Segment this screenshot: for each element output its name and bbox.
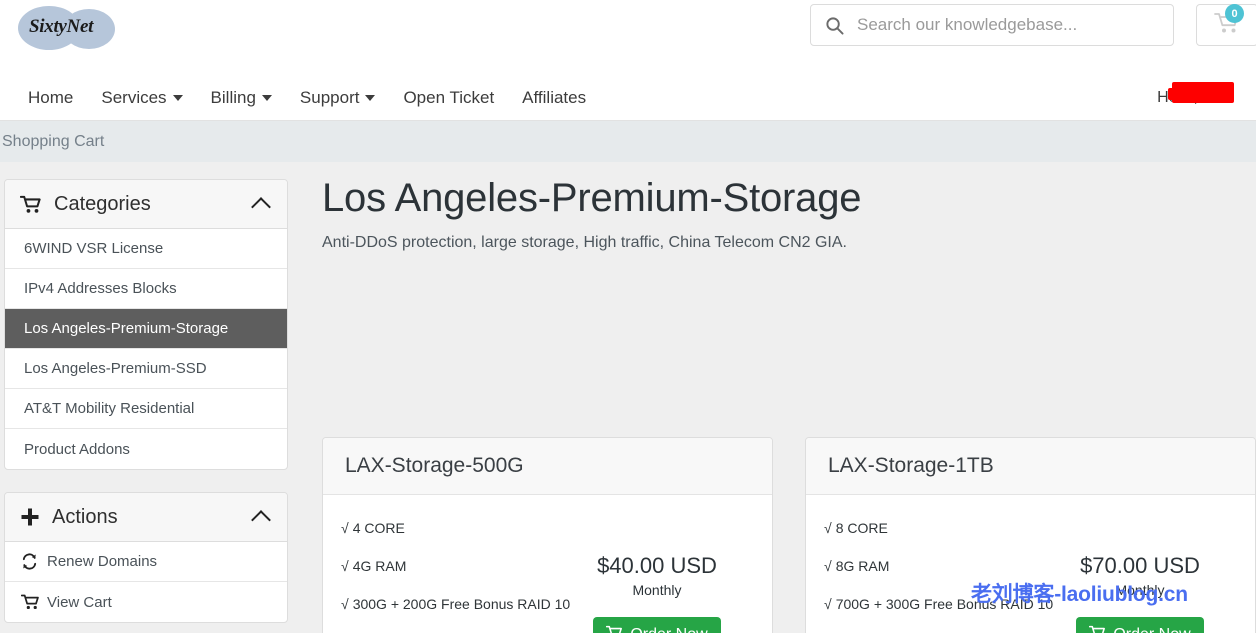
- sidebar-action-label: View Cart: [47, 594, 112, 611]
- nav-item-support[interactable]: Support: [286, 88, 390, 108]
- redacted-username-overlay: [1172, 82, 1234, 103]
- nav-item-label: Open Ticket: [403, 88, 494, 108]
- product-feature-label: 4G RAM: [353, 558, 407, 574]
- product-feature-label: 8G RAM: [836, 558, 890, 574]
- shopping-cart-icon: [606, 625, 623, 633]
- order-now-button[interactable]: Order Now: [1076, 617, 1204, 633]
- sidebar-item-label: IPv4 Addresses Blocks: [24, 280, 177, 297]
- plus-icon: [20, 507, 40, 527]
- sidebar-item-product-addons[interactable]: Product Addons: [5, 429, 287, 469]
- order-now-label: Order Now: [630, 626, 707, 633]
- nav-item-label: Support: [300, 88, 360, 108]
- nav-item-home[interactable]: Home: [14, 88, 87, 108]
- product-name: LAX-Storage-1TB: [828, 454, 994, 478]
- sidebar-action-renew-domains[interactable]: Renew Domains: [5, 542, 287, 582]
- chevron-up-icon[interactable]: [251, 510, 271, 530]
- shopping-cart-icon: [21, 594, 47, 610]
- check-icon: √: [341, 520, 349, 536]
- nav-item-services[interactable]: Services: [87, 88, 196, 108]
- page-title: Los Angeles-Premium-Storage: [322, 170, 1256, 226]
- nav-item-affiliates[interactable]: Affiliates: [508, 88, 600, 108]
- shopping-cart-icon: [20, 195, 42, 214]
- watermark: 老刘博客-laoliublog.cn: [971, 578, 1188, 608]
- chevron-up-icon[interactable]: [251, 197, 271, 217]
- sidebar-action-view-cart[interactable]: View Cart: [5, 582, 287, 622]
- cart-count-badge: 0: [1225, 4, 1244, 23]
- product-price: $40.00 USD: [562, 553, 752, 579]
- order-now-label: Order Now: [1113, 626, 1190, 633]
- site-logo[interactable]: SixtyNet: [18, 4, 128, 52]
- product-feature-label: 4 CORE: [353, 520, 405, 536]
- sidebar-item-label: Product Addons: [24, 441, 130, 458]
- check-icon: √: [341, 558, 349, 574]
- product-price-box: $40.00 USD Monthly Order Now: [562, 553, 752, 633]
- product-feature: √8 CORE: [824, 509, 1237, 547]
- top-bar: SixtyNet 0: [0, 0, 1256, 75]
- nav-item-label: Home: [28, 88, 73, 108]
- shopping-cart-icon: [1089, 625, 1106, 633]
- product-name: LAX-Storage-500G: [345, 454, 524, 478]
- actions-panel-header[interactable]: Actions: [5, 493, 287, 542]
- sidebar-item-label: 6WIND VSR License: [24, 240, 163, 257]
- product-card: LAX-Storage-500G √4 CORE √4G RAM √300G +…: [322, 437, 773, 633]
- product-billing-cycle: Monthly: [562, 579, 752, 601]
- chevron-down-icon: [173, 95, 183, 101]
- nav-item-label: Affiliates: [522, 88, 586, 108]
- sidebar-item-los-angeles-premium-storage[interactable]: Los Angeles-Premium-Storage: [5, 309, 287, 349]
- knowledgebase-search[interactable]: [810, 4, 1174, 46]
- nav-item-label: Services: [101, 88, 166, 108]
- refresh-icon: [21, 553, 47, 570]
- product-feature-label: 8 CORE: [836, 520, 888, 536]
- actions-panel: Actions Renew Domains: [4, 492, 288, 623]
- check-icon: √: [341, 596, 349, 612]
- page-subtitle: Anti-DDoS protection, large storage, Hig…: [322, 232, 1256, 254]
- sidebar-item-att-mobility-residential[interactable]: AT&T Mobility Residential: [5, 389, 287, 429]
- chevron-down-icon: [365, 95, 375, 101]
- sidebar-item-label: Los Angeles-Premium-Storage: [24, 320, 228, 337]
- nav-item-list: Home Services Billing Support Open Ticke…: [14, 75, 600, 121]
- sidebar-item-label: AT&T Mobility Residential: [24, 400, 194, 417]
- breadcrumb: Shopping Cart: [0, 121, 1256, 162]
- main-content: Los Angeles-Premium-Storage Anti-DDoS pr…: [322, 170, 1256, 254]
- order-now-button[interactable]: Order Now: [593, 617, 721, 633]
- check-icon: √: [824, 520, 832, 536]
- product-price: $70.00 USD: [1045, 553, 1235, 579]
- categories-panel-title: Categories: [54, 193, 254, 216]
- nav-item-open-ticket[interactable]: Open Ticket: [389, 88, 508, 108]
- chevron-down-icon: [262, 95, 272, 101]
- main-navigation: Home Services Billing Support Open Ticke…: [0, 75, 1256, 121]
- actions-panel-title: Actions: [52, 506, 254, 529]
- search-input[interactable]: [857, 6, 1173, 44]
- categories-panel-header[interactable]: Categories: [5, 180, 287, 229]
- product-feature: √4 CORE: [341, 509, 754, 547]
- product-card-header: LAX-Storage-500G: [323, 438, 772, 495]
- sidebar-item-6wind-vsr-license[interactable]: 6WIND VSR License: [5, 229, 287, 269]
- sidebar-item-label: Los Angeles-Premium-SSD: [24, 360, 207, 377]
- sidebar-item-los-angeles-premium-ssd[interactable]: Los Angeles-Premium-SSD: [5, 349, 287, 389]
- sidebar: Categories 6WIND VSR License IPv4 Addres…: [4, 179, 288, 633]
- check-icon: √: [824, 596, 832, 612]
- check-icon: √: [824, 558, 832, 574]
- search-icon: [811, 16, 857, 35]
- nav-item-label: Billing: [211, 88, 256, 108]
- sidebar-action-label: Renew Domains: [47, 553, 157, 570]
- product-card-body: √4 CORE √4G RAM √300G + 200G Free Bonus …: [323, 495, 772, 633]
- page-body: Categories 6WIND VSR License IPv4 Addres…: [0, 162, 1256, 633]
- nav-item-billing[interactable]: Billing: [197, 88, 286, 108]
- categories-panel: Categories 6WIND VSR License IPv4 Addres…: [4, 179, 288, 470]
- logo-text: SixtyNet: [29, 16, 129, 38]
- cart-button[interactable]: 0: [1196, 4, 1256, 46]
- sidebar-item-ipv4-addresses-blocks[interactable]: IPv4 Addresses Blocks: [5, 269, 287, 309]
- breadcrumb-label: Shopping Cart: [2, 133, 104, 151]
- product-card-header: LAX-Storage-1TB: [806, 438, 1255, 495]
- product-feature-label: 300G + 200G Free Bonus RAID 10: [353, 596, 571, 612]
- product-card-body: √8 CORE √8G RAM √700G + 300G Free Bonus …: [806, 495, 1255, 633]
